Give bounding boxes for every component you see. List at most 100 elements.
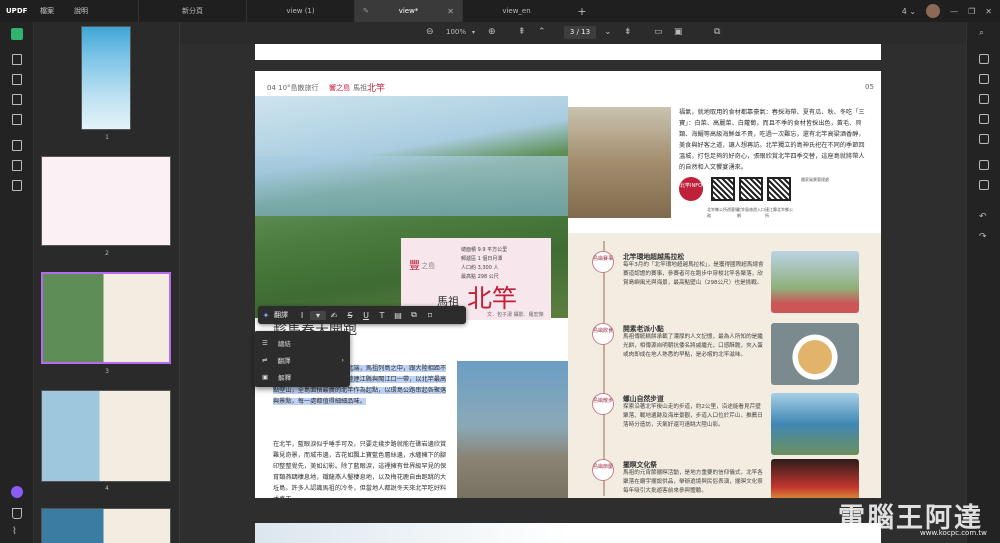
thumbnail-page-2[interactable] (41, 156, 171, 246)
prev-page-icon[interactable]: ⌃ (538, 27, 546, 37)
protect-icon[interactable] (12, 160, 22, 171)
section-tag: 島嶼節慶 (592, 459, 614, 481)
last-page-icon[interactable]: ⇟ (624, 27, 632, 37)
form-icon[interactable] (12, 114, 22, 125)
ai-context-menu: ☰ 總結 ⇌ 翻譯 › ▣ 解釋 (254, 331, 350, 387)
section-body: 每年3月的「北竿環地超越馬拉松」，是獲得國際超馬總會賽道認證的賽事，參賽者可在跑… (623, 262, 764, 286)
menu-file[interactable]: 檔案 (30, 6, 64, 16)
qr-code (739, 177, 763, 201)
section-body: 探索沿著北竿後山走的步道，約2公里，沿途能看見芹壁聚落、戰地遺跡及海岸景觀，步道… (623, 404, 763, 428)
menu-item-label: 翻譯 (277, 357, 291, 365)
undo-icon[interactable]: ↶ (979, 212, 989, 222)
bookmark-icon[interactable] (12, 508, 22, 519)
tab-count[interactable]: 4 ⌄ (902, 7, 916, 16)
sea-area (255, 156, 568, 216)
close-window-icon[interactable]: ✕ (985, 7, 992, 16)
section-title: 北竿環地超越馬拉松 (623, 253, 685, 261)
zoom-out-icon[interactable]: ⊖ (426, 27, 434, 37)
save-icon[interactable] (979, 160, 989, 170)
page-header-left: 04 10°島散旅行 (267, 84, 319, 92)
comment-icon[interactable] (12, 74, 22, 85)
dropdown-icon[interactable]: ▾ (310, 310, 326, 320)
close-icon[interactable]: ✕ (447, 7, 454, 16)
redo-icon[interactable]: ↷ (979, 232, 989, 242)
email-icon[interactable] (979, 134, 989, 144)
stat-line: 郵遞區 1 個日月潭 (461, 256, 503, 262)
tab-new[interactable]: 新分頁 (138, 0, 246, 22)
qr-label: 北竿島旅遊入口網 (737, 207, 765, 218)
next-page-icon[interactable]: ⌄ (604, 27, 612, 37)
menu-item-translate[interactable]: ⇌ 翻譯 › (262, 355, 346, 365)
bookmark-add-icon[interactable]: ⌑ (422, 311, 438, 320)
page-layout-icon[interactable]: ⧉ (714, 27, 720, 37)
section-title: 螺山自然步道 (623, 395, 664, 403)
menu-help[interactable]: 說明 (64, 6, 98, 16)
maximize-icon[interactable]: ❐ (968, 7, 975, 16)
underline-icon[interactable]: U (358, 311, 374, 320)
page-tools-icon[interactable] (12, 180, 22, 191)
title-prefix: 豐 (409, 259, 420, 272)
coast-trail-photo (771, 393, 859, 455)
section-tag: 島嶼散步 (592, 393, 614, 415)
title-main: 北竿 (467, 284, 518, 313)
translate-button[interactable]: 翻譯 (274, 310, 294, 320)
ocr-icon[interactable] (12, 140, 22, 151)
timeline-line (603, 241, 605, 496)
qr-code (711, 177, 735, 201)
tab-view-active[interactable]: ✎ view* ✕ (354, 0, 462, 22)
strikethrough-icon[interactable]: S (342, 311, 358, 320)
thumbnail-page-4[interactable] (41, 390, 171, 482)
avatar[interactable] (926, 4, 941, 18)
menu-item-explain[interactable]: ▣ 解釋 (262, 372, 346, 382)
comment-view-icon[interactable]: ▭ (654, 27, 663, 37)
ocr-tool-icon[interactable] (979, 54, 989, 64)
section-tag: 島嶼飲食 (592, 323, 614, 345)
organize-pages-icon[interactable] (12, 94, 22, 105)
right-tool-rail: ⌕ ↶ ↷ (966, 22, 1000, 543)
thumbnail-page-3[interactable] (41, 272, 171, 364)
explain-icon: ▣ (262, 373, 269, 381)
tab-view-1[interactable]: view (1) (246, 0, 354, 22)
page-number-input[interactable]: 3 / 13 (564, 26, 596, 39)
attachment-icon[interactable]: ⌇ (12, 526, 22, 537)
menu-item-label: 總結 (277, 340, 291, 348)
print-icon[interactable] (979, 180, 989, 190)
zoom-level[interactable]: 100% (446, 28, 466, 36)
tab-label: view* (398, 7, 419, 15)
thumbnail-number: 1 (105, 134, 109, 141)
reader-mode-icon[interactable] (11, 28, 23, 40)
protect-tool-icon[interactable] (979, 94, 989, 104)
edit-pdf-icon[interactable] (12, 54, 22, 65)
thumbnail-number: 4 (105, 485, 109, 492)
first-page-icon[interactable]: ⇞ (518, 27, 526, 37)
ai-assistant-icon[interactable] (11, 486, 23, 498)
slideshow-icon[interactable]: ▣ (674, 27, 683, 37)
menu-item-summarize[interactable]: ☰ 總結 (262, 338, 346, 348)
search-icon[interactable]: ⌕ (979, 28, 989, 38)
note-icon[interactable]: ▤ (390, 311, 406, 320)
pastry-photo (771, 323, 859, 385)
ai-icon: ✦ (262, 310, 270, 320)
paragraph-body[interactable]: 在北竿，藍眼淚似乎唾手可及，只要走幾步路就能在礁岩邊欣賞難見奇景，而城市邊，古花… (273, 439, 451, 498)
village-photo (457, 361, 568, 498)
info-badge: 北竿INFO (679, 177, 703, 201)
document-toolbar: ⊖ 100% ▾ ⊕ ⇞ ⌃ 3 / 13 ⌄ ⇟ ▭ ▣ ⧉ (180, 22, 966, 44)
watermark: 電腦王阿達 www.kocpc.com.tw (830, 492, 1000, 543)
text-icon[interactable]: T (374, 311, 390, 320)
pdf-page-3: 04 10°島散旅行 響之島 馬祖 北竿 05 總面積 9.9 平方公里 郵遞區… (255, 71, 881, 498)
stat-line: 人口約 3,300 人 (461, 265, 499, 271)
zoom-in-icon[interactable]: ⊕ (488, 27, 496, 37)
minimize-icon[interactable]: — (950, 7, 958, 16)
qr-label: 北竿鄉公所遊客服務 (707, 207, 739, 218)
thumbnail-page-5[interactable] (41, 508, 171, 543)
zoom-dropdown-icon[interactable]: ▾ (472, 29, 475, 36)
share-icon[interactable] (979, 114, 989, 124)
copy-icon[interactable]: ⧉ (406, 310, 422, 320)
convert-icon[interactable] (979, 74, 989, 84)
highlight-icon[interactable]: ✍ (326, 311, 342, 320)
thumbnail-page-1[interactable] (81, 26, 131, 130)
new-tab-button[interactable]: + (570, 5, 594, 18)
text-cursor-icon: I (300, 310, 304, 320)
tab-view-en[interactable]: view_en (462, 0, 570, 22)
page-header-region: 馬祖 (353, 84, 367, 92)
